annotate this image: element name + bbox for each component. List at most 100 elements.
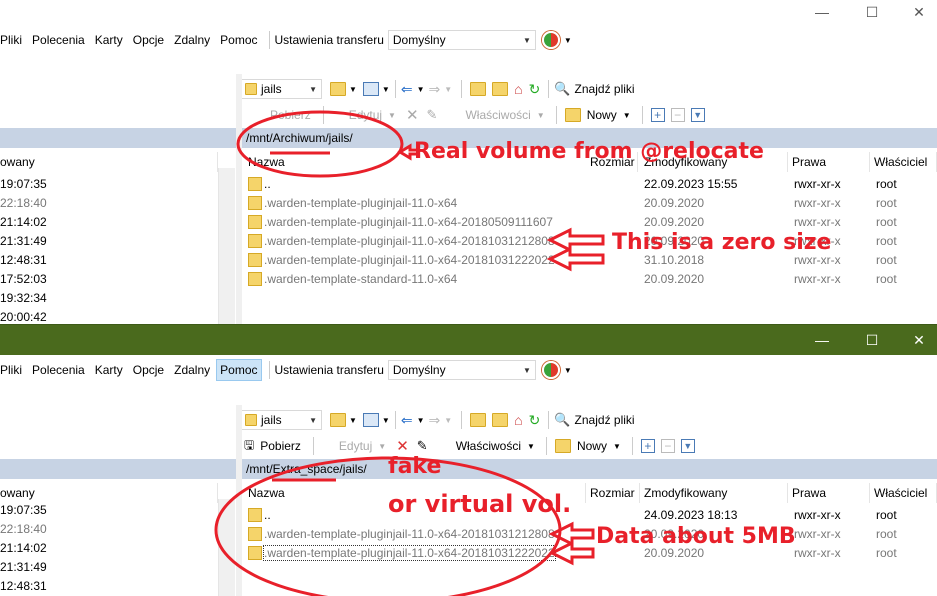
find-files-button[interactable]: Znajdź pliki: [575, 413, 635, 427]
folder-combo[interactable]: jails ▼: [240, 79, 322, 99]
menu-pliki[interactable]: Pliki: [0, 29, 26, 51]
menu-pomoc[interactable]: Pomoc: [216, 359, 262, 381]
home-icon[interactable]: ⌂: [514, 412, 522, 428]
sync-icon[interactable]: [541, 31, 560, 49]
maximize-button[interactable]: ☐: [849, 0, 895, 24]
refresh-icon[interactable]: ↻: [529, 81, 541, 98]
new-button[interactable]: Nowy: [587, 108, 617, 122]
chevron-down-icon[interactable]: ▼: [388, 111, 396, 120]
local-list-item[interactable]: 19:32:34: [0, 291, 47, 305]
chevron-down-icon[interactable]: ▼: [382, 416, 390, 425]
delete-icon[interactable]: ✕: [396, 437, 409, 455]
menu-pliki[interactable]: Pliki: [0, 359, 26, 381]
download-button[interactable]: Pobierz: [270, 108, 311, 122]
back-arrow-icon[interactable]: ⇐: [401, 412, 413, 429]
table-row[interactable]: .warden-template-standard-11.0-x64 20.09.…: [246, 270, 937, 289]
menu-zdalny[interactable]: Zdalny: [170, 359, 214, 381]
transfer-settings-combo[interactable]: Domyślny ▼: [387, 30, 536, 50]
local-scrollbar[interactable]: [218, 168, 235, 326]
chevron-down-icon[interactable]: ▼: [537, 111, 545, 120]
download-button[interactable]: Pobierz: [260, 439, 301, 453]
chevron-down-icon[interactable]: ▼: [417, 416, 425, 425]
chevron-down-icon[interactable]: ▼: [527, 442, 535, 451]
menu-opcje[interactable]: Opcje: [129, 29, 168, 51]
open-folder-icon[interactable]: [330, 82, 346, 96]
local-list-item[interactable]: 22:18:40: [0, 522, 47, 536]
chevron-down-icon[interactable]: ▼: [349, 416, 357, 425]
maximize-button[interactable]: ☐: [849, 325, 895, 355]
local-list-item[interactable]: 19:07:35: [0, 177, 47, 191]
home-icon[interactable]: ⌂: [514, 81, 522, 97]
root-folder-icon[interactable]: [492, 82, 509, 96]
col-modified[interactable]: Zmodyfikowany: [640, 483, 788, 503]
local-list-item[interactable]: 21:14:02: [0, 541, 47, 555]
forward-arrow-icon[interactable]: ⇒: [429, 81, 441, 98]
remote-path-bar[interactable]: /mnt/Extra_space/jails/: [242, 459, 937, 479]
chevron-down-icon[interactable]: ▼: [444, 416, 452, 425]
properties-button[interactable]: Właściwości: [456, 439, 521, 453]
chevron-down-icon[interactable]: ▼: [382, 85, 390, 94]
table-row[interactable]: .warden-template-pluginjail-11.0-x64-201…: [246, 544, 937, 563]
chevron-down-icon[interactable]: ▼: [564, 36, 572, 45]
sync-icon[interactable]: [541, 361, 560, 379]
chevron-down-icon[interactable]: ▼: [349, 85, 357, 94]
local-list-item[interactable]: 22:18:40: [0, 196, 47, 210]
close-button[interactable]: ✕: [896, 0, 937, 24]
parent-folder-icon[interactable]: [470, 413, 487, 427]
filter-icon[interactable]: [362, 82, 379, 96]
chevron-down-icon[interactable]: ▼: [613, 442, 621, 451]
menu-karty[interactable]: Karty: [91, 359, 127, 381]
close-button[interactable]: ✕: [896, 325, 937, 355]
menu-pomoc[interactable]: Pomoc: [216, 29, 261, 51]
unselect-icon[interactable]: −: [660, 439, 675, 453]
back-arrow-icon[interactable]: ⇐: [401, 81, 413, 98]
local-list-item[interactable]: 21:31:49: [0, 560, 47, 574]
menu-polecenia[interactable]: Polecenia: [28, 29, 89, 51]
select-all-icon[interactable]: +: [640, 439, 655, 453]
filter-select-icon[interactable]: ▼: [680, 439, 695, 453]
local-list-item[interactable]: 12:48:31: [0, 579, 47, 593]
chevron-down-icon[interactable]: ▼: [623, 111, 631, 120]
menu-karty[interactable]: Karty: [91, 29, 127, 51]
col-owner[interactable]: Właściciel: [870, 483, 937, 503]
unselect-icon[interactable]: −: [670, 108, 685, 122]
table-row[interactable]: .warden-template-pluginjail-11.0-x64-201…: [246, 213, 937, 232]
filter-select-icon[interactable]: ▼: [690, 108, 705, 122]
col-rights[interactable]: Prawa: [788, 152, 870, 172]
transfer-settings-combo[interactable]: Domyślny ▼: [387, 360, 536, 380]
table-row[interactable]: .warden-template-pluginjail-11.0-x64 20.0…: [246, 194, 937, 213]
root-folder-icon[interactable]: [492, 413, 509, 427]
binoculars-icon[interactable]: 🔍: [554, 412, 570, 428]
forward-arrow-icon[interactable]: ⇒: [429, 412, 441, 429]
menu-polecenia[interactable]: Polecenia: [28, 359, 89, 381]
minimize-button[interactable]: —: [799, 325, 845, 355]
open-folder-icon[interactable]: [330, 413, 346, 427]
edit-button[interactable]: Edytuj: [339, 439, 372, 453]
col-size[interactable]: Rozmiar: [586, 483, 640, 503]
col-owner[interactable]: Właściciel: [870, 152, 937, 172]
folder-combo[interactable]: jails ▼: [240, 410, 322, 430]
local-scrollbar[interactable]: [218, 499, 235, 596]
delete-icon[interactable]: ✕: [406, 106, 419, 124]
local-list-item[interactable]: 21:14:02: [0, 215, 47, 229]
chevron-down-icon[interactable]: ▼: [417, 85, 425, 94]
refresh-icon[interactable]: ↻: [529, 412, 541, 429]
local-col-modified[interactable]: owany: [0, 483, 218, 503]
binoculars-icon[interactable]: 🔍: [554, 81, 570, 97]
parent-folder-icon[interactable]: [470, 82, 487, 96]
table-row[interactable]: .. 22.09.2023 15:55 rwxr-xr-x root: [246, 175, 937, 194]
table-row[interactable]: .warden-template-pluginjail-11.0-x64-201…: [246, 251, 937, 270]
table-row[interactable]: .warden-template-pluginjail-11.0-x64-201…: [246, 525, 937, 544]
chevron-down-icon[interactable]: ▼: [564, 366, 572, 375]
local-list-item[interactable]: 17:52:03: [0, 272, 47, 286]
properties-button[interactable]: Właściwości: [465, 108, 530, 122]
table-row[interactable]: .. 24.09.2023 18:13 rwxr-xr-x root: [246, 506, 937, 525]
find-files-button[interactable]: Znajdź pliki: [575, 82, 635, 96]
local-list-item[interactable]: 21:31:49: [0, 234, 47, 248]
chevron-down-icon[interactable]: ▼: [378, 442, 386, 451]
menu-zdalny[interactable]: Zdalny: [170, 29, 214, 51]
rename-icon[interactable]: ✎: [427, 107, 438, 123]
select-all-icon[interactable]: +: [650, 108, 665, 122]
panel-splitter[interactable]: [236, 74, 242, 326]
local-list-item[interactable]: 19:07:35: [0, 503, 47, 517]
